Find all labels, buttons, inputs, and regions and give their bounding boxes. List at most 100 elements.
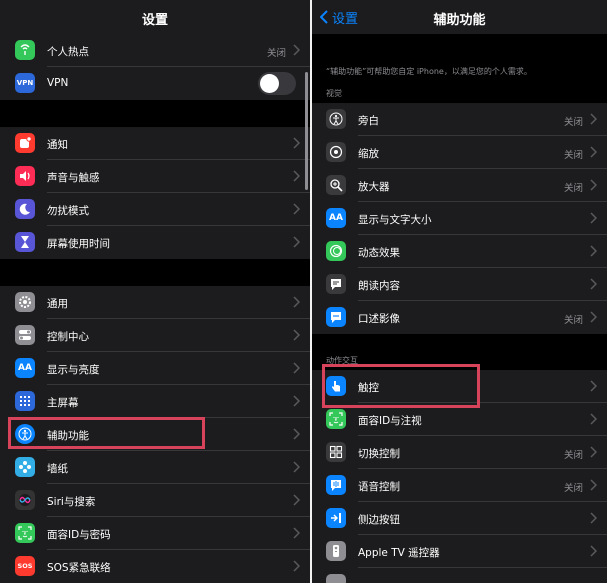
row-value: 关闭 xyxy=(563,315,583,326)
row-label: 勿扰模式 xyxy=(47,205,89,217)
siri-icon xyxy=(15,490,35,510)
row-label: 面容ID与密码 xyxy=(47,529,111,541)
vpn-toggle[interactable] xyxy=(258,72,296,95)
remote-icon xyxy=(326,541,346,561)
motion-icon xyxy=(326,241,346,261)
row-audio-description[interactable]: 口述影像 关闭 xyxy=(312,301,607,334)
scrollbar[interactable] xyxy=(305,72,308,190)
settings-row-hotspot[interactable]: 个人热点 关闭 xyxy=(0,34,310,67)
accessibility-nav-bar: 设置 辅助功能 xyxy=(312,0,607,34)
spoken-content-icon xyxy=(326,274,346,294)
section-header-vision: 视觉 xyxy=(326,89,342,98)
chevron-right-icon xyxy=(590,146,597,158)
chevron-right-icon xyxy=(293,170,300,182)
row-switch-control[interactable]: 切换控制 关闭 xyxy=(312,436,607,469)
row-spoken-content[interactable]: 朗读内容 xyxy=(312,268,607,301)
hotspot-icon xyxy=(15,40,35,60)
settings-row-home-screen[interactable]: 主屏幕 xyxy=(0,385,310,418)
settings-row-faceid[interactable]: 面容ID与密码 xyxy=(0,517,310,550)
settings-row-general[interactable]: 通用 xyxy=(0,286,310,319)
chevron-right-icon xyxy=(293,329,300,341)
row-label: 放大器 xyxy=(358,181,390,193)
row-label: 面容ID与注视 xyxy=(358,415,422,427)
vpn-icon: VPN xyxy=(15,73,35,93)
row-label: 墙纸 xyxy=(47,463,68,475)
row-label: 旁白 xyxy=(358,115,379,127)
faceid-attention-icon xyxy=(326,409,346,429)
row-value: 关闭 xyxy=(563,183,583,194)
sos-icon: SOS xyxy=(15,556,35,576)
row-label: 动态效果 xyxy=(358,247,400,259)
row-voiceover[interactable]: 旁白 关闭 xyxy=(312,103,607,136)
toggles-icon xyxy=(15,325,35,345)
settings-row-do-not-disturb[interactable]: 勿扰模式 xyxy=(0,193,310,226)
row-keyboard-partial[interactable] xyxy=(312,568,607,583)
sound-icon xyxy=(15,166,35,186)
row-zoom[interactable]: 缩放 关闭 xyxy=(312,136,607,169)
switch-control-icon xyxy=(326,442,346,462)
moon-icon xyxy=(15,199,35,219)
zoom-icon xyxy=(326,142,346,162)
row-magnifier[interactable]: 放大器 关闭 xyxy=(312,169,607,202)
row-label: 通用 xyxy=(47,298,68,310)
settings-row-sound[interactable]: 声音与触感 xyxy=(0,160,310,193)
row-motion[interactable]: 动态效果 xyxy=(312,235,607,268)
row-label: 屏幕使用时间 xyxy=(47,238,110,250)
row-label: 显示与文字大小 xyxy=(358,214,432,226)
chevron-right-icon xyxy=(293,461,300,473)
chevron-right-icon xyxy=(590,446,597,458)
keyboard-icon xyxy=(326,574,346,583)
chevron-right-icon xyxy=(590,545,597,557)
chevron-right-icon xyxy=(293,203,300,215)
chevron-right-icon xyxy=(293,527,300,539)
highlight-accessibility xyxy=(8,417,205,449)
highlight-touch xyxy=(322,364,480,408)
chevron-right-icon xyxy=(293,428,300,440)
row-apple-tv-remote[interactable]: Apple TV 遥控器 xyxy=(312,535,607,568)
row-label: 显示与亮度 xyxy=(47,364,100,376)
page-title: 辅助功能 xyxy=(433,13,486,28)
row-label: 切换控制 xyxy=(358,448,400,460)
row-side-button[interactable]: 侧边按钮 xyxy=(312,502,607,535)
settings-row-screen-time[interactable]: 屏幕使用时间 xyxy=(0,226,310,259)
chevron-right-icon xyxy=(293,560,300,572)
row-value: 关闭 xyxy=(563,483,583,494)
row-value: 关闭 xyxy=(563,117,583,128)
row-label: 声音与触感 xyxy=(47,172,100,184)
chevron-right-icon xyxy=(590,179,597,191)
chevron-right-icon xyxy=(590,311,597,323)
row-voice-control[interactable]: 语音控制 关闭 xyxy=(312,469,607,502)
settings-row-wallpaper[interactable]: 墙纸 xyxy=(0,451,310,484)
row-label: 控制中心 xyxy=(47,331,89,343)
hourglass-icon xyxy=(15,232,35,252)
voice-control-icon xyxy=(326,475,346,495)
settings-row-vpn: VPN VPN xyxy=(0,67,310,100)
settings-panel: 设置 个人热点 关闭 VPN VPN 通知 声音与触感 勿扰模式 屏幕使用时间 … xyxy=(0,0,310,583)
page-title: 设置 xyxy=(141,13,168,28)
settings-row-notifications[interactable]: 通知 xyxy=(0,127,310,160)
chevron-right-icon xyxy=(590,380,597,392)
row-label: 口述影像 xyxy=(358,313,400,325)
faceid-icon xyxy=(15,523,35,543)
row-label: 缩放 xyxy=(358,148,379,160)
side-button-icon xyxy=(326,508,346,528)
chevron-right-icon xyxy=(293,395,300,407)
row-value: 关闭 xyxy=(266,48,286,59)
voiceover-icon xyxy=(326,109,346,129)
row-display-text-size[interactable]: AA 显示与文字大小 xyxy=(312,202,607,235)
settings-row-sos[interactable]: SOS SOS紧急联络 xyxy=(0,550,310,583)
chevron-right-icon xyxy=(293,137,300,149)
chevron-right-icon xyxy=(590,212,597,224)
chevron-right-icon xyxy=(590,113,597,125)
row-label: 朗读内容 xyxy=(358,280,400,292)
accessibility-panel: 设置 辅助功能 “辅助功能”可帮助您自定 iPhone，以满足您的个人需求。 视… xyxy=(312,0,607,583)
settings-row-control-center[interactable]: 控制中心 xyxy=(0,319,310,352)
row-label: 主屏幕 xyxy=(47,397,79,409)
settings-row-siri[interactable]: Siri与搜索 xyxy=(0,484,310,517)
description: “辅助功能”可帮助您自定 iPhone，以满足您的个人需求。 xyxy=(326,67,532,76)
audio-description-icon xyxy=(326,307,346,327)
settings-row-display[interactable]: AA 显示与亮度 xyxy=(0,352,310,385)
row-value: 关闭 xyxy=(563,150,583,161)
gear-icon xyxy=(15,292,35,312)
chevron-right-icon xyxy=(293,362,300,374)
